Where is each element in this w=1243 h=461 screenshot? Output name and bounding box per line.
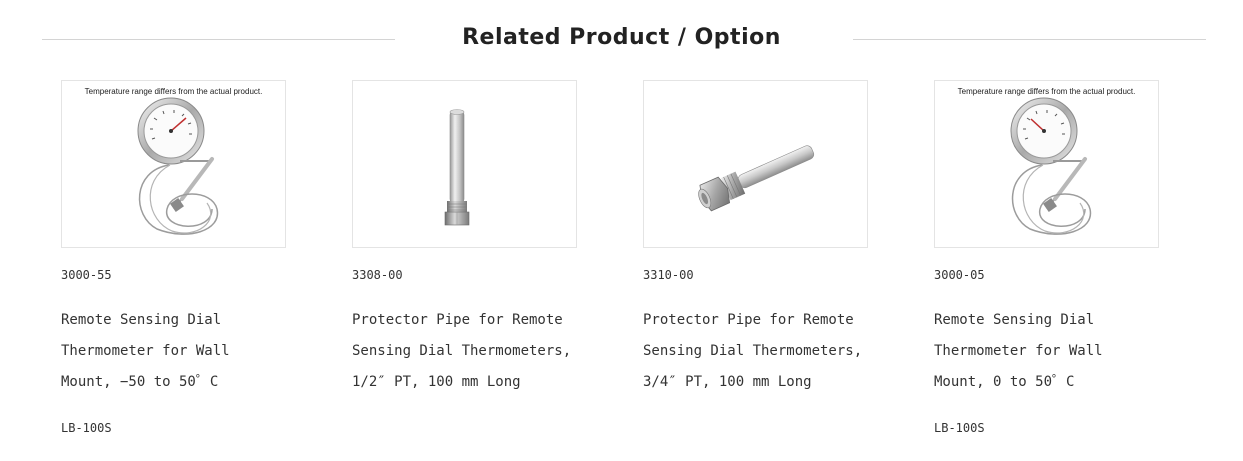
- product-name-line: Sensing Dial Thermometers,: [643, 343, 863, 359]
- product-code: 3000-05: [934, 268, 985, 282]
- product-image[interactable]: [352, 80, 577, 248]
- product-sub-label: LB-100S: [61, 421, 112, 435]
- product-name-line: Mount, −50 to 50゜C: [61, 374, 219, 390]
- product-name-line: Remote Sensing Dial: [934, 312, 1095, 328]
- product-name-link[interactable]: Protector Pipe for Remote Sensing Dial T…: [352, 305, 578, 398]
- product-card[interactable]: Temperature range differs from the actua…: [61, 80, 287, 450]
- product-name-line: Thermometer for Wall: [934, 343, 1103, 359]
- product-name-link[interactable]: Remote Sensing Dial Thermometer for Wall…: [934, 305, 1160, 398]
- product-card[interactable]: Temperature range differs from the actua…: [934, 80, 1160, 450]
- product-code: 3308-00: [352, 268, 403, 282]
- product-name-link[interactable]: Remote Sensing Dial Thermometer for Wall…: [61, 305, 287, 398]
- protector-pipe-vertical-icon: [444, 109, 470, 226]
- product-name-line: Thermometer for Wall: [61, 343, 230, 359]
- product-code: 3310-00: [643, 268, 694, 282]
- protector-pipe-angled-icon: [698, 145, 815, 212]
- product-image[interactable]: Temperature range differs from the actua…: [61, 80, 286, 248]
- dial-thermometer-icon: [1010, 97, 1092, 235]
- product-image[interactable]: Temperature range differs from the actua…: [934, 80, 1159, 248]
- product-name-line: Remote Sensing Dial: [61, 312, 222, 328]
- product-name-line: 3/4″ PT, 100 mm Long: [643, 374, 812, 390]
- product-sub-label: LB-100S: [934, 421, 985, 435]
- dial-thermometer-icon: [137, 97, 219, 235]
- product-name-line: Sensing Dial Thermometers,: [352, 343, 572, 359]
- product-list: Temperature range differs from the actua…: [0, 0, 1243, 461]
- product-image[interactable]: [643, 80, 868, 248]
- product-name-line: 1/2″ PT, 100 mm Long: [352, 374, 521, 390]
- product-name-line: Protector Pipe for Remote: [643, 312, 854, 328]
- product-name-line: Protector Pipe for Remote: [352, 312, 563, 328]
- product-name-link[interactable]: Protector Pipe for Remote Sensing Dial T…: [643, 305, 869, 398]
- product-card[interactable]: 3310-00 Protector Pipe for Remote Sensin…: [643, 80, 869, 450]
- product-code: 3000-55: [61, 268, 112, 282]
- product-name-line: Mount, 0 to 50゜C: [934, 374, 1075, 390]
- product-card[interactable]: 3308-00 Protector Pipe for Remote Sensin…: [352, 80, 578, 450]
